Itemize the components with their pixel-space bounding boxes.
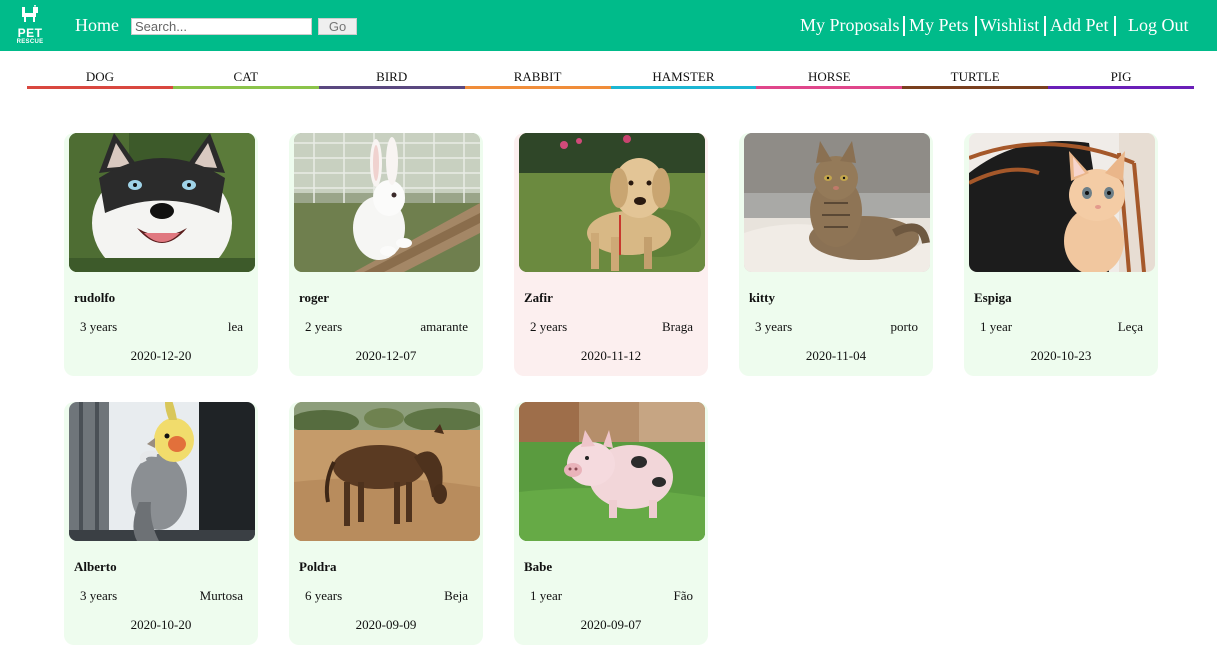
- nav-add-pet[interactable]: Add Pet: [1050, 14, 1109, 36]
- white-rabbit-photo[interactable]: [294, 133, 480, 272]
- pet-age: 3 years: [80, 319, 118, 334]
- pet-date: 2020-11-12: [580, 348, 642, 363]
- category-bird[interactable]: BIRD: [318, 69, 465, 89]
- pet-card[interactable]: rudolfo 3 years lea 2020-12-20: [64, 133, 258, 376]
- pet-age: 6 years: [305, 588, 343, 603]
- nav-my-proposals[interactable]: My Proposals: [800, 14, 900, 36]
- pet-location: Beja: [444, 588, 468, 603]
- category-bar: DOG CAT BIRD RABBIT HAMSTER HORSE TURTLE…: [27, 69, 1194, 89]
- pet-location: amarante: [420, 319, 468, 334]
- pet-age: 3 years: [80, 588, 118, 603]
- nav-separator: [1114, 16, 1116, 36]
- pet-card[interactable]: Zafir 2 years Braga 2020-11-12: [514, 133, 708, 376]
- pet-card[interactable]: roger 2 years amarante 2020-12-07: [289, 133, 483, 376]
- pet-name: Poldra: [299, 559, 337, 574]
- pet-age: 2 years: [530, 319, 568, 334]
- pet-age: 3 years: [755, 319, 793, 334]
- pet-date: 2020-12-07: [355, 348, 417, 363]
- pet-name: rudolfo: [74, 290, 116, 305]
- husky-dog-photo[interactable]: [69, 133, 255, 272]
- pet-location: Murtosa: [199, 588, 243, 603]
- pet-location: lea: [227, 319, 243, 334]
- pet-name: roger: [299, 290, 330, 305]
- pet-card[interactable]: Babe 1 year Fão 2020-09-07: [514, 402, 708, 645]
- pet-name: Alberto: [74, 559, 117, 574]
- pet-date: 2020-10-20: [130, 617, 192, 632]
- pet-name: Zafir: [524, 290, 553, 305]
- nav-log-out[interactable]: Log Out: [1128, 14, 1189, 36]
- orange-kitten-photo[interactable]: [969, 133, 1155, 272]
- category-horse[interactable]: HORSE: [756, 69, 903, 89]
- nav-my-pets[interactable]: My Pets: [909, 14, 969, 36]
- nav-wishlist[interactable]: Wishlist: [980, 14, 1039, 36]
- pet-age: 1 year: [530, 588, 563, 603]
- pet-date: 2020-12-20: [130, 348, 192, 363]
- category-cat[interactable]: CAT: [172, 69, 319, 89]
- pet-logo-icon: [22, 5, 38, 22]
- pet-card[interactable]: Espiga 1 year Leça 2020-10-23: [964, 133, 1158, 376]
- category-hamster[interactable]: HAMSTER: [610, 69, 757, 89]
- home-link[interactable]: Home: [75, 14, 119, 36]
- cockatiel-photo[interactable]: [69, 402, 255, 541]
- pet-location: Leça: [1117, 319, 1143, 334]
- brown-horse-photo[interactable]: [294, 402, 480, 541]
- pet-date: 2020-10-23: [1030, 348, 1092, 363]
- pet-rescue-logo[interactable]: PET RESCUE: [12, 3, 48, 47]
- nav-separator: [975, 16, 977, 36]
- category-pig[interactable]: PIG: [1048, 69, 1194, 89]
- pet-card[interactable]: kitty 3 years porto 2020-11-04: [739, 133, 933, 376]
- pet-name: Espiga: [974, 290, 1012, 305]
- pet-date: 2020-11-04: [805, 348, 867, 363]
- logo-text-rescue: RESCUE: [16, 39, 44, 45]
- pet-location: Braga: [661, 319, 693, 334]
- nav-separator: [903, 16, 905, 36]
- category-rabbit[interactable]: RABBIT: [464, 69, 611, 89]
- pet-card[interactable]: Poldra 6 years Beja 2020-09-09: [289, 402, 483, 645]
- pet-card[interactable]: Alberto 3 years Murtosa 2020-10-20: [64, 402, 258, 645]
- category-dog[interactable]: DOG: [27, 69, 173, 89]
- pet-name: Babe: [524, 559, 553, 574]
- pet-location: porto: [890, 319, 918, 334]
- pet-name: kitty: [749, 290, 775, 305]
- search-input[interactable]: [131, 18, 312, 35]
- pet-date: 2020-09-09: [355, 617, 417, 632]
- piglet-photo[interactable]: [519, 402, 705, 541]
- pet-age: 2 years: [305, 319, 343, 334]
- top-navbar: PET RESCUE Home Go My Proposals My Pets …: [0, 0, 1217, 51]
- logo-text-pet: PET: [17, 26, 43, 40]
- go-button[interactable]: Go: [318, 18, 357, 35]
- golden-dog-photo[interactable]: [519, 133, 705, 272]
- tabby-cat-photo[interactable]: [744, 133, 930, 272]
- pet-location: Fão: [673, 588, 694, 603]
- pet-age: 1 year: [980, 319, 1013, 334]
- nav-separator: [1044, 16, 1046, 36]
- category-turtle[interactable]: TURTLE: [902, 69, 1049, 89]
- pet-date: 2020-09-07: [580, 617, 642, 632]
